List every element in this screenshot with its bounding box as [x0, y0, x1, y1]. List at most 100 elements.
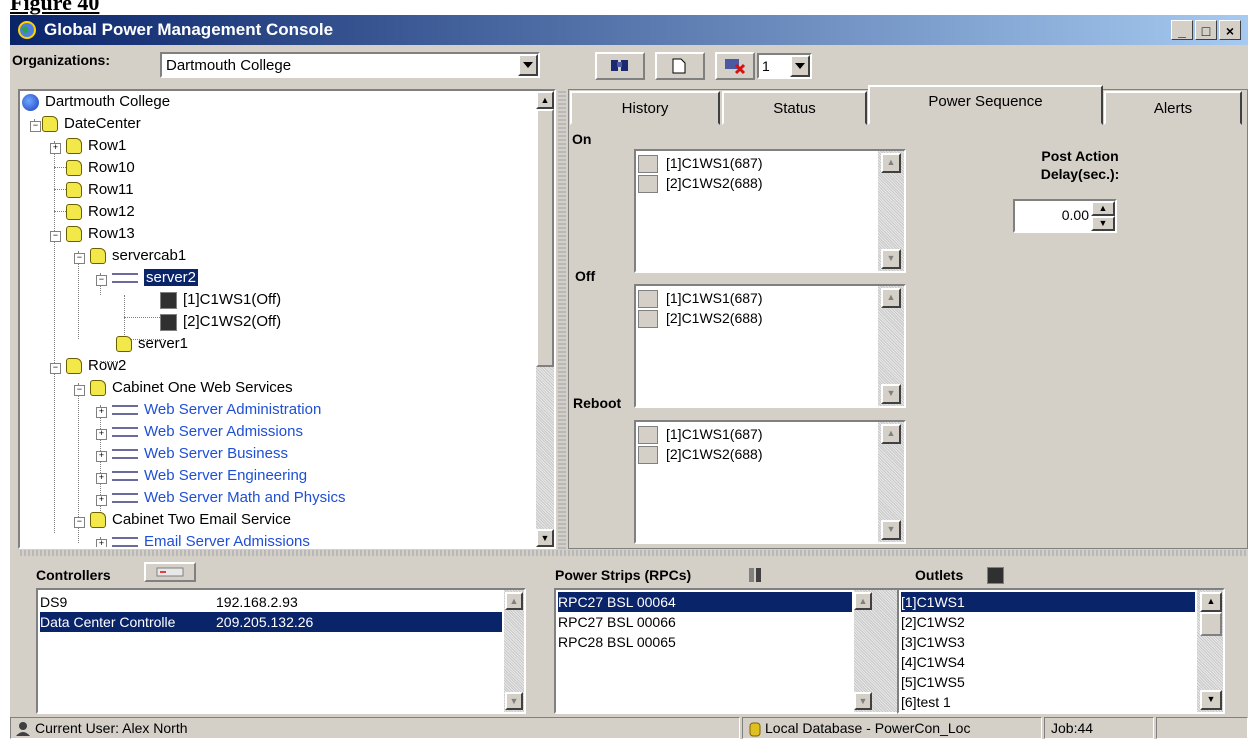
tab-alerts[interactable]: Alerts	[1104, 91, 1242, 125]
tree-node-row1[interactable]: Row1	[66, 135, 126, 157]
off-sequence-list[interactable]: [1]C1WS1(687) [2]C1WS2(688) ▲ ▼	[634, 284, 906, 408]
delete-button[interactable]	[715, 52, 755, 80]
tree-node-row12[interactable]: Row12	[66, 201, 135, 223]
tree-node-row2[interactable]: Row2	[66, 355, 126, 377]
scroll-down-button[interactable]: ▼	[505, 692, 523, 710]
reboot-list-scrollbar[interactable]: ▲ ▼	[878, 422, 904, 542]
tree-node-server1[interactable]: server1	[116, 333, 188, 355]
tree-node-server2[interactable]: server2	[112, 267, 200, 289]
delay-increment-button[interactable]: ▲	[1091, 201, 1115, 216]
tab-power-sequence[interactable]: Power Sequence	[868, 85, 1103, 125]
scroll-up-button[interactable]: ▲	[881, 424, 901, 444]
page-number-combo[interactable]: 1	[757, 53, 812, 79]
list-item[interactable]: [3]C1WS3	[901, 632, 965, 652]
delay-decrement-button[interactable]: ▼	[1091, 216, 1115, 231]
list-item[interactable]: RPC27 BSL 00064	[558, 592, 852, 612]
tab-history[interactable]: History	[570, 91, 720, 125]
list-item[interactable]: RPC28 BSL 00065	[558, 632, 676, 652]
list-item[interactable]: [4]C1WS4	[901, 652, 965, 672]
tree-node-email-admissions[interactable]: Email Server Admissions	[112, 531, 310, 547]
tree-node-outlet2[interactable]: [2]C1WS2(Off)	[160, 311, 281, 333]
tree-node-ws-admissions[interactable]: Web Server Admissions	[112, 421, 303, 443]
order-checkbox[interactable]	[638, 446, 658, 465]
scroll-up-button[interactable]: ▲	[881, 153, 901, 173]
tree-node-row10[interactable]: Row10	[66, 157, 135, 179]
reboot-sequence-list[interactable]: [1]C1WS1(687) [2]C1WS2(688) ▲ ▼	[634, 420, 906, 544]
collapse-cabinet-one[interactable]: −	[74, 385, 85, 396]
find-button[interactable]	[595, 52, 645, 80]
expand-ws-engineering[interactable]: +	[96, 473, 107, 484]
maximize-button[interactable]: □	[1195, 20, 1217, 40]
collapse-datecenter[interactable]: −	[30, 121, 41, 132]
off-list-scrollbar[interactable]: ▲ ▼	[878, 286, 904, 406]
scroll-down-button[interactable]: ▼	[536, 529, 554, 547]
expand-ws-math[interactable]: +	[96, 495, 107, 506]
scroll-down-button[interactable]: ▼	[881, 249, 901, 269]
scroll-up-button[interactable]: ▲	[881, 288, 901, 308]
scroll-up-button[interactable]: ▲	[854, 592, 872, 610]
tree-node-servercab1[interactable]: servercab1	[90, 245, 186, 267]
tree-node-row13[interactable]: Row13	[66, 223, 135, 245]
list-item[interactable]: [2]C1WS2(688)	[638, 308, 762, 329]
on-list-scrollbar[interactable]: ▲ ▼	[878, 151, 904, 271]
controllers-scrollbar[interactable]: ▲ ▼	[504, 590, 524, 712]
scroll-up-button[interactable]: ▲	[536, 91, 554, 109]
power-strips-list[interactable]: RPC27 BSL 00064 RPC27 BSL 00066 RPC28 BS…	[554, 588, 902, 714]
list-item[interactable]: [6]test 1	[901, 692, 951, 712]
collapse-row2[interactable]: −	[50, 363, 61, 374]
controller-row[interactable]: DS9 192.168.2.93	[40, 592, 502, 612]
expand-ws-admissions[interactable]: +	[96, 429, 107, 440]
order-checkbox[interactable]	[638, 310, 658, 329]
scroll-down-button[interactable]: ▼	[1200, 690, 1222, 710]
scroll-up-button[interactable]: ▲	[1200, 592, 1222, 612]
list-item[interactable]: RPC27 BSL 00066	[558, 612, 676, 632]
controller-row[interactable]: Data Center Controlle 209.205.132.26	[40, 612, 502, 632]
collapse-cabinet-two[interactable]: −	[74, 517, 85, 528]
on-sequence-list[interactable]: [1]C1WS1(687) [2]C1WS2(688) ▲ ▼	[634, 149, 906, 273]
outlets-list[interactable]: [1]C1WS1 [2]C1WS2 [3]C1WS3 [4]C1WS4 [5]C…	[897, 588, 1225, 714]
vertical-splitter[interactable]	[558, 89, 566, 549]
scroll-thumb[interactable]	[1200, 612, 1222, 636]
tree-node-ws-math[interactable]: Web Server Math and Physics	[112, 487, 345, 509]
page-number-dropdown-button[interactable]	[790, 55, 810, 77]
controller-config-button[interactable]	[144, 562, 196, 582]
organizations-combo[interactable]: Dartmouth College	[160, 52, 540, 78]
scroll-thumb[interactable]	[536, 109, 554, 367]
list-item[interactable]: [5]C1WS5	[901, 672, 965, 692]
tree-node-cabinet-one[interactable]: Cabinet One Web Services	[90, 377, 293, 399]
minimize-button[interactable]: _	[1171, 20, 1193, 40]
order-checkbox[interactable]	[638, 290, 658, 309]
scroll-up-button[interactable]: ▲	[505, 592, 523, 610]
list-item[interactable]: [1]C1WS1	[901, 592, 1195, 612]
expand-email-admissions[interactable]: +	[96, 539, 107, 547]
tree-node-datecenter[interactable]: DateCenter	[42, 113, 141, 135]
expand-row1[interactable]: +	[50, 143, 61, 154]
close-button[interactable]: ×	[1219, 20, 1241, 40]
list-item[interactable]: [2]C1WS2(688)	[638, 444, 762, 465]
horizontal-splitter[interactable]	[20, 550, 1248, 556]
collapse-server2[interactable]: −	[96, 275, 107, 286]
organization-tree[interactable]: − + − − − − − + + + + + − + Dartmouth Co…	[18, 89, 556, 549]
order-checkbox[interactable]	[638, 155, 658, 174]
delay-spinner[interactable]: 0.00 ▲ ▼	[1013, 199, 1117, 233]
expand-ws-business[interactable]: +	[96, 451, 107, 462]
list-item[interactable]: [2]C1WS2	[901, 612, 965, 632]
list-item[interactable]: [2]C1WS2(688)	[638, 173, 762, 194]
list-item[interactable]: [1]C1WS1(687)	[638, 153, 762, 174]
tree-node-root[interactable]: Dartmouth College	[22, 91, 170, 113]
tree-node-outlet1[interactable]: [1]C1WS1(Off)	[160, 289, 281, 311]
list-item[interactable]: [1]C1WS1(687)	[638, 424, 762, 445]
outlets-scrollbar[interactable]: ▲ ▼	[1197, 590, 1223, 712]
new-button[interactable]	[655, 52, 705, 80]
power-strips-scrollbar[interactable]: ▲ ▼	[854, 590, 900, 712]
scroll-down-button[interactable]: ▼	[881, 384, 901, 404]
controllers-list[interactable]: DS9 192.168.2.93 Data Center Controlle 2…	[36, 588, 526, 714]
collapse-row13[interactable]: −	[50, 231, 61, 242]
collapse-servercab1[interactable]: −	[74, 253, 85, 264]
scroll-down-button[interactable]: ▼	[854, 692, 872, 710]
organizations-dropdown-button[interactable]	[518, 54, 538, 76]
order-checkbox[interactable]	[638, 175, 658, 194]
order-checkbox[interactable]	[638, 426, 658, 445]
tree-node-ws-business[interactable]: Web Server Business	[112, 443, 288, 465]
tree-node-row11[interactable]: Row11	[66, 179, 134, 201]
